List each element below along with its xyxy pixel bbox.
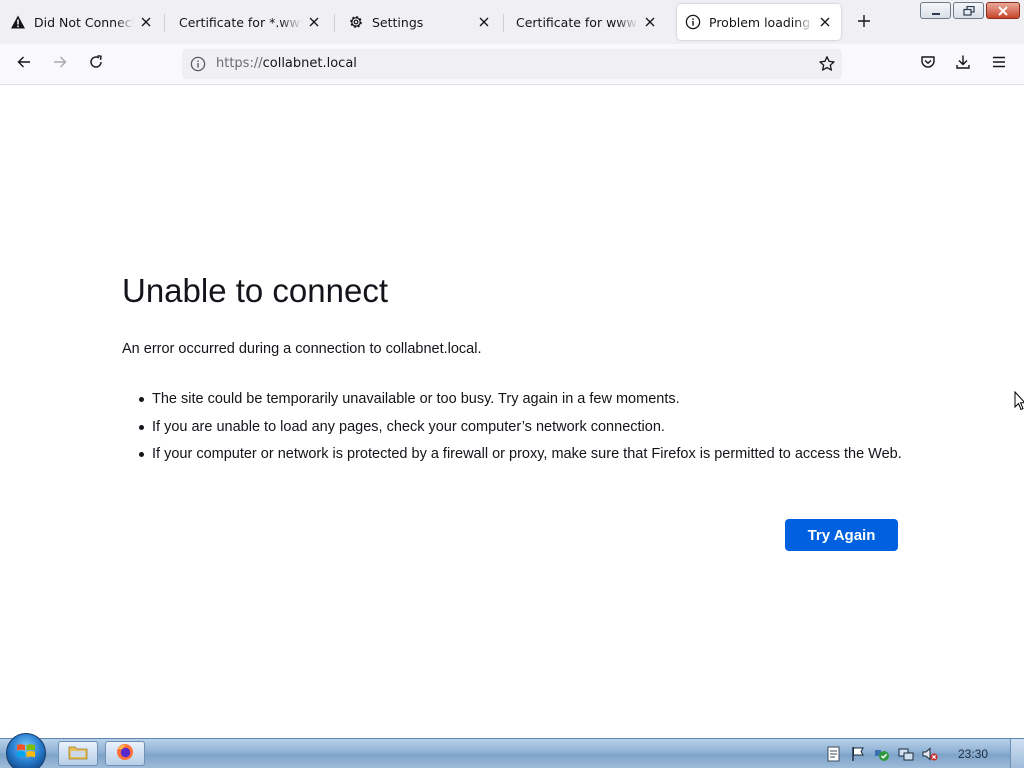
windows-logo-icon [16, 742, 36, 764]
notes-icon[interactable] [826, 746, 842, 762]
warning-icon [10, 14, 26, 30]
list-item: If your computer or network is protected… [122, 444, 902, 464]
close-icon[interactable] [476, 14, 492, 30]
tab-certificate-google[interactable]: Certificate for www.google.com [506, 4, 666, 40]
show-desktop-button[interactable] [1010, 739, 1024, 768]
tab-title: Certificate for www.google.com [516, 14, 638, 30]
pocket-icon [920, 54, 936, 74]
close-icon[interactable] [817, 14, 833, 30]
minimize-button[interactable] [920, 2, 951, 19]
file-explorer-button[interactable] [58, 741, 98, 766]
start-button[interactable] [6, 733, 46, 768]
tab-settings[interactable]: Settings [340, 4, 500, 40]
network-icon[interactable] [898, 746, 914, 762]
close-icon[interactable] [138, 14, 154, 30]
pocket-button[interactable] [914, 50, 942, 78]
restore-button[interactable] [953, 2, 984, 19]
error-suggestions: The site could be temporarily unavailabl… [122, 389, 902, 472]
firefox-icon [116, 743, 134, 765]
reload-button[interactable] [82, 50, 110, 78]
system-tray: 23:30 [814, 739, 1024, 768]
navigation-toolbar: https://collabnet.local [0, 44, 1024, 85]
taskbar: 23:30 [0, 733, 1024, 768]
close-icon[interactable] [642, 14, 658, 30]
tab-title: Settings [372, 14, 424, 30]
menu-button[interactable] [985, 50, 1013, 78]
action-center-flag-icon[interactable] [850, 746, 866, 762]
try-again-button[interactable]: Try Again [785, 519, 898, 551]
tab-title: Certificate for *.www.mozilla.org [179, 14, 302, 30]
reload-icon [88, 54, 104, 74]
page-title: Unable to connect [122, 272, 389, 309]
error-description: An error occurred during a connection to… [122, 341, 482, 357]
volume-muted-icon[interactable] [922, 746, 938, 762]
clock[interactable]: 23:30 [958, 747, 988, 761]
tab-separator [334, 14, 335, 32]
folder-icon [68, 744, 88, 764]
plus-icon [857, 13, 871, 32]
window-controls [920, 2, 1020, 19]
info-icon[interactable] [190, 56, 206, 72]
list-item: The site could be temporarily unavailabl… [122, 389, 902, 409]
minimize-icon [930, 1, 942, 20]
url-scheme: https:// [216, 56, 263, 71]
tab-certificate-mozilla[interactable]: Certificate for *.www.mozilla.org [168, 4, 330, 40]
tab-problem-loading[interactable]: Problem loading page [677, 4, 841, 40]
new-tab-button[interactable] [850, 8, 878, 36]
page-content: Unable to connect An error occurred duri… [0, 85, 1024, 738]
list-item: If you are unable to load any pages, che… [122, 417, 902, 437]
close-icon [997, 1, 1009, 20]
mouse-cursor-icon [1014, 390, 1024, 411]
tab-separator [503, 14, 504, 32]
url-text[interactable]: https://collabnet.local [216, 56, 357, 71]
star-icon[interactable] [818, 55, 836, 73]
arrow-left-icon [16, 54, 32, 74]
url-host: collabnet.local [262, 56, 357, 71]
security-check-icon[interactable] [874, 746, 890, 762]
hamburger-menu-icon [991, 54, 1007, 74]
tab-title: Did Not Connect: Potential Security Issu… [34, 14, 134, 30]
close-window-button[interactable] [986, 2, 1020, 19]
back-button[interactable] [10, 50, 38, 78]
forward-button[interactable] [46, 50, 74, 78]
info-icon [685, 14, 701, 30]
downloads-button[interactable] [949, 50, 977, 78]
gear-icon [348, 14, 364, 30]
arrow-right-icon [52, 54, 68, 74]
tab-separator [164, 14, 165, 32]
tab-did-not-connect[interactable]: Did Not Connect: Potential Security Issu… [2, 4, 162, 40]
close-icon[interactable] [306, 14, 322, 30]
tab-title: Problem loading page [709, 14, 813, 30]
restore-icon [962, 1, 975, 20]
url-bar[interactable]: https://collabnet.local [182, 49, 842, 79]
download-icon [955, 54, 971, 74]
firefox-taskbar-button[interactable] [105, 741, 145, 766]
tab-strip: Did Not Connect: Potential Security Issu… [0, 0, 1024, 44]
